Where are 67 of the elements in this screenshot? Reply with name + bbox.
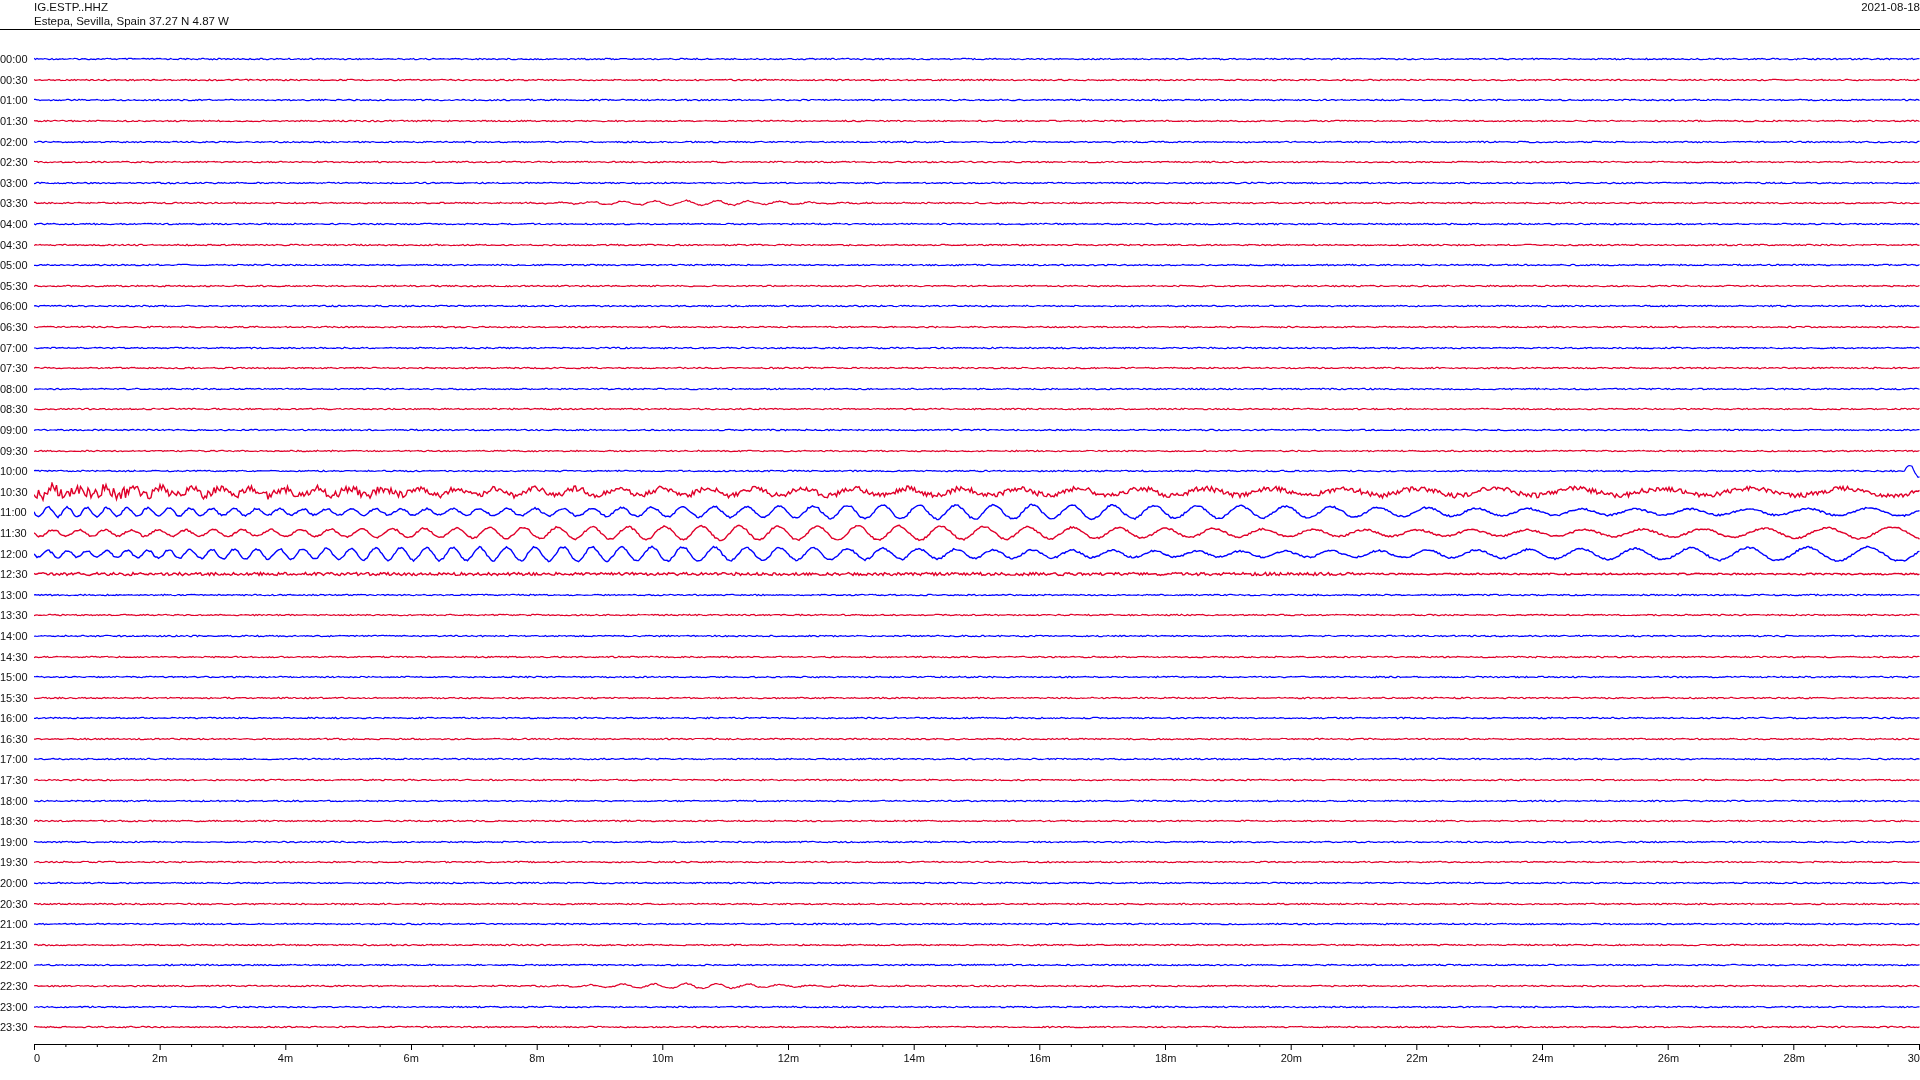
time-label: 01:30 [0, 115, 29, 128]
time-label: 14:00 [0, 629, 29, 642]
time-label: 04:00 [0, 218, 29, 231]
time-label: 18:30 [0, 815, 29, 828]
tick-label: 2m [152, 1051, 168, 1064]
time-label: 11:00 [0, 506, 28, 519]
tick-label: 16m [1029, 1051, 1051, 1064]
tick-label: 12m [777, 1051, 800, 1064]
time-label: 08:30 [0, 403, 29, 416]
time-label: 22:30 [0, 980, 29, 992]
time-label: 15:30 [0, 691, 29, 704]
tick-label: 8m [529, 1051, 545, 1064]
time-label: 00:00 [0, 53, 29, 66]
tick-label: 6m [403, 1051, 419, 1064]
time-label: 08:00 [0, 382, 29, 395]
tick-label: 24m [1532, 1051, 1554, 1064]
time-label: 19:30 [0, 856, 29, 869]
tick-label: 18m [1154, 1051, 1177, 1064]
time-label: 22:00 [0, 959, 29, 972]
time-label: 07:30 [0, 362, 29, 375]
time-label: 03:30 [0, 197, 29, 210]
time-label: 09:00 [0, 424, 29, 436]
time-label: 17:30 [0, 774, 29, 787]
tick-label: 14m [903, 1051, 925, 1064]
tick-label: 30 [1907, 1051, 1920, 1064]
time-label: 21:00 [0, 918, 29, 931]
time-label: 02:30 [0, 156, 29, 169]
date-label: 2021-08-18 [1861, 0, 1920, 14]
time-label: 05:30 [0, 279, 29, 292]
tick-label: 22m [1406, 1051, 1428, 1064]
time-label: 17:00 [0, 753, 29, 766]
time-label: 16:00 [0, 712, 29, 725]
time-label: 04:30 [0, 238, 29, 251]
time-label: 21:30 [0, 938, 29, 951]
time-label: 15:00 [0, 671, 29, 684]
station-location: Estepa, Sevilla, Spain 37.27 N 4.87 W [34, 14, 229, 28]
time-label: 11:30 [0, 526, 28, 539]
station-code: IG.ESTP..HHZ [34, 0, 109, 14]
time-label: 00:30 [0, 73, 29, 86]
time-label: 07:00 [0, 341, 29, 354]
time-label: 12:00 [0, 547, 29, 560]
time-label: 06:30 [0, 321, 29, 333]
time-label: 09:30 [0, 444, 29, 457]
time-label: 20:00 [0, 877, 29, 890]
time-label: 16:30 [0, 732, 29, 745]
tick-label: 28m [1783, 1051, 1805, 1064]
time-label: 01:00 [0, 94, 29, 107]
time-label: 12:30 [0, 568, 29, 581]
tick-label: 26m [1657, 1051, 1680, 1064]
tick-label: 4m [277, 1051, 294, 1064]
time-label: 10:30 [0, 485, 29, 498]
time-label: 13:00 [0, 588, 29, 601]
time-label: 02:00 [0, 135, 29, 148]
time-label: 13:30 [0, 609, 29, 622]
time-label: 18:00 [0, 794, 29, 807]
tick-label: 10m [651, 1051, 674, 1064]
time-label: 05:00 [0, 259, 29, 272]
time-label: 03:00 [0, 176, 29, 189]
time-label: 14:30 [0, 650, 29, 663]
tick-label: 20m [1280, 1051, 1303, 1064]
time-label: 23:00 [0, 1000, 29, 1013]
time-label: 20:30 [0, 897, 29, 910]
time-label: 23:30 [0, 1021, 29, 1034]
time-label: 19:00 [0, 835, 29, 848]
time-label: 10:00 [0, 465, 29, 478]
tick-label: 0 [34, 1051, 41, 1064]
time-label: 06:00 [0, 300, 29, 313]
